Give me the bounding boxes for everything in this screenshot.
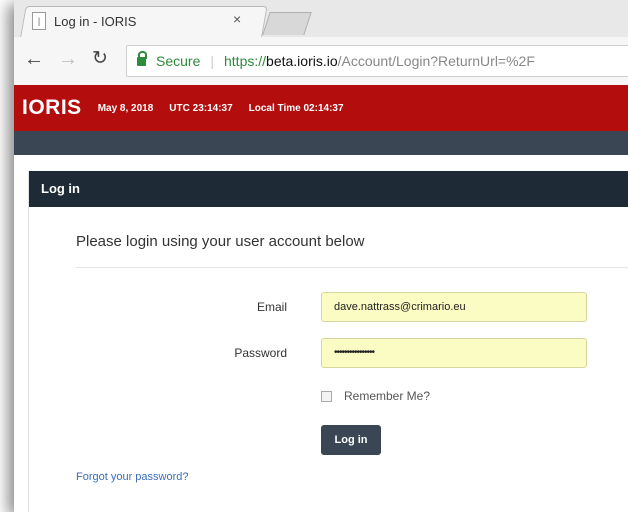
- tab-strip: | Log in - IORIS ×: [14, 0, 628, 38]
- reload-icon[interactable]: ↻: [92, 47, 108, 71]
- email-label: Email: [256, 300, 287, 314]
- url-scheme: https://: [224, 53, 267, 69]
- header-local-time: Local Time 02:14:37: [248, 102, 344, 114]
- secure-label: Secure: [156, 53, 201, 69]
- login-panel-title: Log in: [29, 171, 628, 207]
- tab-title: Log in - IORIS: [54, 13, 137, 29]
- app-header: IORIS May 8, 2018 UTC 23:14:37 Local Tim…: [14, 85, 628, 131]
- divider: [76, 267, 628, 268]
- remember-me-checkbox[interactable]: [321, 390, 332, 402]
- lock-icon: [137, 50, 147, 66]
- email-field[interactable]: dave.nattrass@crimario.eu: [321, 292, 587, 322]
- address-bar[interactable]: Secure | https:// beta.ioris.io /Account…: [126, 45, 628, 77]
- browser-tab-content: | Log in - IORIS: [32, 10, 136, 32]
- header-utc-time: UTC 23:14:37: [169, 102, 233, 114]
- new-tab-button[interactable]: [262, 12, 312, 35]
- url-host: beta.ioris.io: [266, 53, 338, 69]
- page-favicon-icon: |: [32, 12, 46, 30]
- ioris-logo[interactable]: IORIS: [22, 96, 82, 120]
- forward-arrow-icon[interactable]: →: [58, 47, 78, 71]
- login-button[interactable]: Log in: [321, 425, 381, 455]
- address-separator: |: [210, 53, 214, 69]
- back-arrow-icon[interactable]: ←: [24, 47, 44, 71]
- browser-toolbar: ← → ↻ Secure | https:// beta.ioris.io /A…: [14, 37, 628, 86]
- forgot-password-link[interactable]: Forgot your password?: [76, 471, 189, 483]
- header-date: May 8, 2018: [97, 102, 154, 114]
- password-label: Password: [234, 346, 287, 360]
- tab-close-icon[interactable]: ×: [233, 11, 241, 27]
- login-panel: Log in Please login using your user acco…: [28, 171, 628, 512]
- password-field[interactable]: ••••••••••••••••: [321, 338, 587, 368]
- app-nav-bar: [14, 131, 628, 155]
- login-intro-text: Please login using your user account bel…: [76, 233, 365, 250]
- remember-me-option[interactable]: Remember Me?: [321, 389, 430, 403]
- url-path: /Account/Login?ReturnUrl=%2F: [337, 53, 535, 69]
- browser-window: | Log in - IORIS × ← → ↻ Secure | https:…: [14, 0, 628, 512]
- remember-me-label: Remember Me?: [344, 389, 431, 403]
